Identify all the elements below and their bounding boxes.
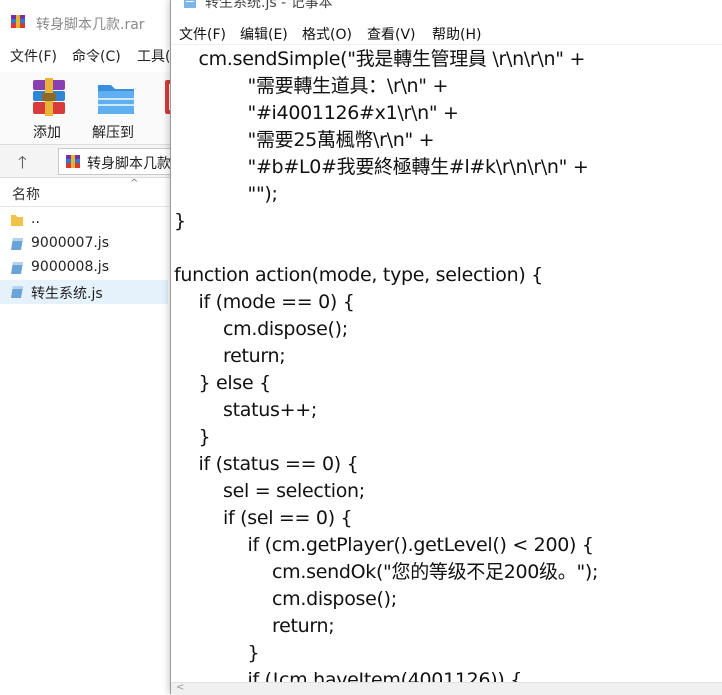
winrar-app-icon	[11, 15, 25, 28]
code-line: cm.dispose();	[272, 588, 397, 610]
code-line: "需要轉生道具：\r\n" +	[247, 75, 449, 97]
script-file-icon	[11, 286, 23, 298]
column-header-name[interactable]: 名称	[12, 184, 40, 204]
winrar-title: 转身脚本几款.rar	[36, 17, 145, 33]
archive-icon	[66, 155, 80, 168]
menu-tools[interactable]: 工具(	[137, 46, 170, 66]
extract-to-label: 解压到	[92, 125, 134, 141]
script-file-icon	[11, 262, 23, 274]
up-arrow-icon[interactable]: 🡑	[18, 150, 27, 179]
notepad-window: 转生系统.js - 记事本 文件(F) 编辑(E) 格式(O) 查看(V) 帮助…	[170, 0, 722, 695]
code-line: return;	[223, 345, 286, 367]
code-line: if (sel == 0) {	[223, 507, 353, 529]
menu-file[interactable]: 文件(F)	[10, 46, 57, 66]
scroll-left-arrow-icon[interactable]: <	[176, 682, 184, 693]
menu-format[interactable]: 格式(O)	[302, 24, 352, 44]
horizontal-scrollbar[interactable]: <	[171, 682, 722, 695]
code-line: if (mode == 0) {	[198, 291, 355, 313]
file-row[interactable]: 9000008.js	[0, 256, 168, 280]
code-line: sel = selection;	[223, 480, 365, 502]
code-line: if (status == 0) {	[198, 453, 359, 475]
code-line: "#i4001126#x1\r\n" +	[247, 102, 459, 124]
code-line: function action(mode, type, selection) {	[174, 264, 543, 286]
code-line: status++;	[223, 399, 317, 421]
menu-file[interactable]: 文件(F)	[179, 24, 226, 44]
file-name: ..	[31, 211, 40, 227]
code-line: "#b#L0#我要終極轉生#l#k\r\n\r\n" +	[247, 156, 589, 178]
code-line: if (cm.getPlayer().getLevel() < 200) {	[247, 534, 594, 556]
notepad-title-bar: 转生系统.js - 记事本	[171, 0, 722, 18]
file-row-parent[interactable]: ..	[0, 208, 168, 232]
code-line: "需要25萬楓幣\r\n" +	[247, 129, 435, 151]
add-label: 添加	[33, 125, 61, 141]
folder-icon	[11, 215, 23, 226]
code-line: cm.sendOk("您的等级不足200级。");	[272, 561, 599, 583]
address-text: 转身脚本几款	[87, 156, 171, 172]
notepad-app-icon	[184, 0, 196, 8]
code-line: } else {	[198, 372, 272, 394]
file-row[interactable]: 9000007.js	[0, 232, 168, 256]
code-line: }	[198, 426, 211, 448]
code-line: }	[174, 210, 186, 232]
menu-edit[interactable]: 编辑(E)	[240, 24, 288, 44]
notepad-text-area[interactable]: cm.sendSimple("我是轉生管理員 \r\n\r\n" + "需要轉生道…	[171, 44, 722, 682]
code-line: }	[247, 642, 260, 664]
extract-to-button[interactable]: 解压到	[84, 76, 142, 142]
add-archive-icon	[33, 78, 65, 116]
file-name: 9000008.js	[31, 259, 109, 275]
file-name: 9000007.js	[31, 235, 109, 251]
file-name: 转生系统.js	[31, 286, 103, 302]
menu-help[interactable]: 帮助(H)	[432, 24, 481, 44]
add-button[interactable]: 添加	[18, 76, 76, 142]
file-row-selected[interactable]: 转生系统.js	[0, 280, 168, 304]
code-line: return;	[272, 615, 335, 637]
menu-view[interactable]: 查看(V)	[367, 24, 416, 44]
extract-to-folder-icon	[98, 85, 134, 114]
code-line: "");	[247, 183, 278, 205]
script-file-icon	[11, 238, 23, 250]
notepad-menu-bar: 文件(F) 编辑(E) 格式(O) 查看(V) 帮助(H)	[171, 20, 722, 45]
sort-caret-icon: ^	[130, 178, 139, 189]
code-line: cm.dispose();	[223, 318, 348, 340]
notepad-title: 转生系统.js - 记事本	[205, 0, 333, 11]
code-line: cm.sendSimple("我是轉生管理員 \r\n\r\n" +	[198, 48, 586, 70]
code-line: if (!cm.haveItem(4001126)) {	[247, 669, 523, 682]
menu-command[interactable]: 命令(C)	[72, 46, 121, 66]
